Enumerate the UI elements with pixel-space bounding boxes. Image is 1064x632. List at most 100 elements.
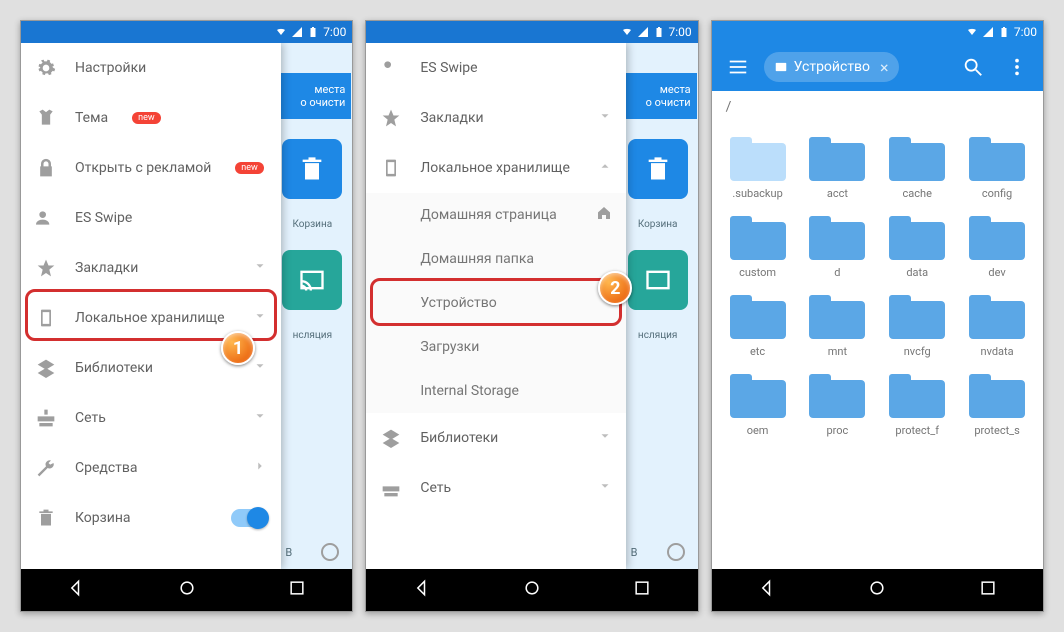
folder-item[interactable]: protect_s (959, 368, 1035, 443)
nav-recent[interactable] (287, 578, 307, 602)
sub-device-label: Устройство (420, 295, 496, 311)
menu-libraries[interactable]: Библиотеки (366, 413, 626, 463)
folder-icon (730, 295, 786, 339)
nav-home[interactable] (177, 578, 197, 602)
menu-settings[interactable]: Настройки (21, 43, 281, 93)
sub-internal[interactable]: Internal Storage (366, 369, 626, 413)
tile-cast[interactable] (628, 250, 688, 310)
banner-line2: о очисти (625, 96, 691, 109)
folder-name: protect_f (895, 424, 939, 437)
chip-label: Устройство (794, 59, 870, 75)
path-chip[interactable]: Устройство × (764, 52, 899, 82)
chevron-down-icon (253, 309, 267, 327)
new-badge-2: new (235, 162, 264, 174)
folder-name: d (834, 266, 840, 279)
menu-bookmarks[interactable]: Закладки (21, 243, 281, 293)
folder-item[interactable]: data (879, 210, 955, 285)
chevron-down-icon (253, 409, 267, 427)
star-icon (380, 107, 402, 129)
folder-item[interactable]: nvcfg (879, 289, 955, 364)
layers-icon (35, 357, 57, 379)
nav-back[interactable] (412, 578, 432, 602)
menu-theme[interactable]: Тема new (21, 93, 281, 143)
search-icon[interactable] (955, 49, 991, 85)
wifi-icon (275, 26, 287, 38)
nav-home[interactable] (867, 578, 887, 602)
menu-local-label: Локальное хранилище (75, 310, 225, 326)
tile-cast-label: нсляция (638, 330, 677, 341)
signal-icon (982, 26, 994, 38)
folder-item[interactable]: cache (879, 131, 955, 206)
path-bar[interactable]: / (712, 91, 1043, 123)
more-icon[interactable] (999, 49, 1035, 85)
menu-network[interactable]: Сеть (21, 393, 281, 443)
wifi-icon (966, 26, 978, 38)
sub-home-folder-label: Домашняя папка (420, 251, 534, 267)
menu-bookmarks-label: Закладки (420, 110, 483, 126)
sub-device[interactable]: Устройство (366, 281, 626, 325)
sub-home-folder[interactable]: Домашняя папка (366, 237, 626, 281)
nav-drawer: Настройки Тема new Открыть с рекламой ne… (21, 43, 281, 569)
nav-back[interactable] (757, 578, 777, 602)
sub-downloads-label: Загрузки (420, 339, 479, 355)
nav-back[interactable] (66, 578, 86, 602)
folder-name: nvdata (981, 345, 1014, 358)
folder-item[interactable]: proc (799, 368, 875, 443)
nav-home[interactable] (522, 578, 542, 602)
folder-item[interactable]: .subackup (720, 131, 796, 206)
folder-item[interactable]: config (959, 131, 1035, 206)
menu-tools[interactable]: Средства (21, 443, 281, 493)
folder-item[interactable]: dev (959, 210, 1035, 285)
folder-item[interactable]: acct (799, 131, 875, 206)
folder-name: dev (988, 266, 1005, 279)
hamburger-icon[interactable] (720, 49, 756, 85)
chevron-down-icon (598, 109, 612, 127)
menu-bookmarks-label: Закладки (75, 260, 138, 276)
menu-libraries-label: Библиотеки (420, 430, 498, 446)
app-bar: Устройство × (712, 43, 1043, 91)
menu-bookmarks[interactable]: Закладки (366, 93, 626, 143)
radio-dot[interactable] (321, 543, 339, 561)
lock-icon (35, 157, 57, 179)
tile-cast[interactable] (282, 250, 342, 310)
trash-icon (35, 507, 57, 529)
menu-swipe[interactable]: ES Swipe (366, 43, 626, 93)
menu-trash[interactable]: Корзина (21, 493, 281, 543)
folder-item[interactable]: oem (720, 368, 796, 443)
radio-dot[interactable] (667, 543, 685, 561)
folder-item[interactable]: d (799, 210, 875, 285)
nav-recent[interactable] (978, 578, 998, 602)
folder-item[interactable]: mnt (799, 289, 875, 364)
tile-trash[interactable] (282, 139, 342, 199)
menu-swipe[interactable]: ES Swipe (21, 193, 281, 243)
menu-libraries-label: Библиотеки (75, 360, 153, 376)
folder-name: .subackup (732, 187, 782, 200)
menu-local-storage[interactable]: Локальное хранилище (366, 143, 626, 193)
folder-item[interactable]: nvdata (959, 289, 1035, 364)
nav-recent[interactable] (632, 578, 652, 602)
chip-close-icon[interactable]: × (876, 58, 893, 77)
folder-item[interactable]: protect_f (879, 368, 955, 443)
signal-icon (291, 26, 303, 38)
menu-network[interactable]: Сеть (366, 463, 626, 513)
swipe-icon (380, 57, 402, 79)
banner-line2: о очисти (279, 96, 345, 109)
menu-ads[interactable]: Открыть с рекламой new (21, 143, 281, 193)
folder-name: data (906, 266, 928, 279)
cleanup-banner: места о очисти (619, 73, 697, 119)
star-icon (35, 257, 57, 279)
folder-item[interactable]: custom (720, 210, 796, 285)
trash-toggle[interactable] (231, 509, 267, 527)
battery-icon (998, 26, 1010, 38)
body-area: места о очисти Корзина нсляция В ES Swip… (366, 43, 697, 569)
gear-icon (35, 57, 57, 79)
tile-trash[interactable] (628, 139, 688, 199)
callout-num-2-text: 2 (610, 278, 620, 299)
folder-item[interactable]: etc (720, 289, 796, 364)
bottom-right-text: В (631, 546, 638, 559)
phone-2: 7:00 места о очисти Корзина нсляция В ES… (365, 20, 698, 612)
sub-home-page-label: Домашняя страница (420, 207, 556, 223)
chevron-right-icon (253, 459, 267, 477)
sub-home-page[interactable]: Домашняя страница (366, 193, 626, 237)
sub-downloads[interactable]: Загрузки (366, 325, 626, 369)
